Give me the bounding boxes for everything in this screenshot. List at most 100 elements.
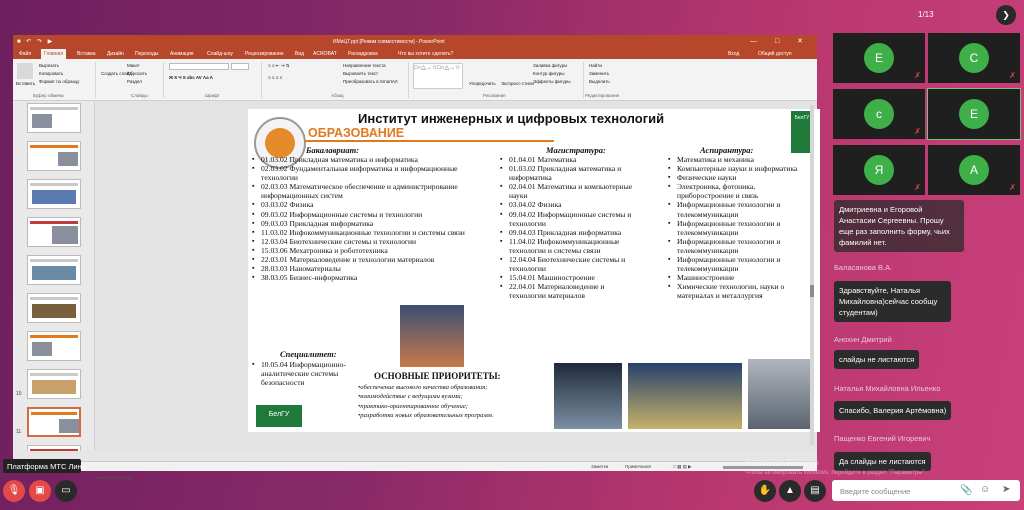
list-buttons[interactable]: ≡ ≡ ⇤ ⇥ ⇅ — [268, 63, 290, 69]
section-button[interactable]: Раздел — [127, 79, 142, 84]
tab-review[interactable]: Рецензирование — [245, 51, 284, 57]
format-painter-button[interactable]: Формат по образцу — [39, 79, 79, 84]
slide-thumbnails[interactable]: 10 11 12 — [13, 101, 95, 451]
quick-styles-button[interactable]: Экспресс-стили — [501, 81, 534, 86]
chat-message: слайды не листаются — [834, 350, 920, 369]
participant-tile[interactable]: E ✗ — [833, 33, 925, 83]
shape-outline-button[interactable]: Контур фигуры — [533, 71, 564, 76]
notes-toggle[interactable]: Заметки — [591, 464, 608, 469]
shape-effects-button[interactable]: Эффекты фигуры — [533, 79, 571, 84]
font-group-label: Шрифт — [205, 93, 220, 98]
mic-off-icon: ✗ — [914, 183, 921, 192]
tab-storyboard[interactable]: Раскадровка — [348, 51, 378, 57]
align-buttons[interactable]: ≡ ≡ ≡ ≡ — [268, 75, 282, 80]
cut-button[interactable]: Вырезать — [39, 63, 59, 68]
slide-thumbnail[interactable] — [27, 255, 81, 285]
reset-button[interactable]: Сбросить — [127, 71, 147, 76]
slide-thumbnail[interactable] — [27, 293, 81, 323]
slide-list-item: Компьютерные науки и информатика — [668, 164, 808, 173]
participant-tile[interactable]: с ✗ — [833, 89, 925, 139]
slide-thumbnail[interactable] — [27, 217, 81, 247]
shared-screen: ■ ↶ ↷ ▶ ИМиЦТ.ppt [Режим совместимости] … — [13, 35, 820, 480]
camera-toggle-button[interactable]: ▣ — [29, 480, 51, 502]
slide-list-item: 03.04.02 Физика — [500, 200, 640, 209]
slide-thumbnail[interactable] — [27, 331, 81, 361]
layout-button[interactable]: Макет — [127, 63, 140, 68]
slide-list-item: 01.04.01 Математика — [500, 155, 640, 164]
ppt-status-bar: Заметки Примечания □ ▦ ▤ ▶ — [13, 461, 817, 471]
align-text-button[interactable]: Выровнять текст — [343, 71, 378, 76]
slide-list-item: Информационные технологии и телекоммуник… — [668, 219, 808, 237]
tab-view[interactable]: Вид — [295, 51, 304, 57]
mic-off-icon: 🎙 — [7, 485, 21, 496]
arrange-button[interactable]: Упорядочить — [469, 81, 496, 86]
chat-author: Наталья Михайловна Ильенко — [834, 384, 941, 393]
shapes-gallery[interactable]: □○△→☆□○△→☆ — [413, 63, 463, 89]
reactions-button[interactable]: ▲ — [779, 480, 801, 502]
font-name-input[interactable] — [169, 63, 229, 70]
tell-me-search[interactable]: Что вы хотите сделать? — [398, 51, 453, 57]
slide-subtitle: ОБРАЗОВАНИЕ — [308, 126, 405, 140]
chat-message-input[interactable]: Введите сообщение 📎 ☺ ➤ — [832, 480, 1020, 501]
smartart-button[interactable]: Преобразовать в SmartArt — [343, 79, 398, 84]
find-button[interactable]: Найти — [589, 63, 602, 68]
comments-toggle[interactable]: Примечания — [625, 464, 651, 469]
tab-animations[interactable]: Анимация — [170, 51, 193, 57]
copy-button[interactable]: Копировать — [39, 71, 63, 76]
select-button[interactable]: Выделить — [589, 79, 610, 84]
tab-insert[interactable]: Вставка — [77, 51, 96, 57]
slide-thumbnail[interactable] — [27, 103, 81, 133]
font-format-buttons[interactable]: Ж К Ч S abc AV Aa A — [169, 75, 213, 80]
text-direction-button[interactable]: Направление текста — [343, 63, 386, 68]
sign-in-link[interactable]: Вход — [728, 51, 739, 57]
participant-tile[interactable]: Я ✗ — [833, 145, 925, 195]
attach-icon[interactable]: 📎 — [960, 485, 972, 496]
shape-fill-button[interactable]: Заливка фигуры — [533, 63, 567, 68]
paste-icon[interactable] — [17, 63, 33, 79]
font-size-input[interactable] — [231, 63, 249, 70]
send-icon[interactable]: ➤ — [1002, 484, 1010, 495]
notes-placeholder[interactable]: Заметки к слайду — [96, 475, 132, 480]
tab-home[interactable]: Главная — [41, 49, 67, 59]
participant-tile-speaking[interactable]: E — [927, 88, 1021, 140]
tab-slideshow[interactable]: Слайд-шоу — [207, 51, 233, 57]
slide-list-item: 22.03.01 Материаловедение и технологии м… — [252, 255, 468, 264]
priority-item: •разработка новых образовательных програ… — [358, 412, 494, 420]
specialist-heading: Специалитет: — [280, 349, 337, 359]
next-page-button[interactable]: ❯ — [996, 5, 1016, 25]
view-buttons[interactable]: □ ▦ ▤ ▶ — [673, 464, 691, 470]
tab-file[interactable]: Файл — [19, 51, 31, 57]
slide-list-item: Химические технологии, науки о материала… — [668, 282, 808, 300]
tab-transitions[interactable]: Переходы — [135, 51, 158, 57]
bottom-logo: БелГУ — [256, 405, 302, 427]
mic-off-icon: ✗ — [1009, 71, 1016, 80]
tab-acrobat[interactable]: ACROBAT — [313, 51, 337, 57]
paste-button[interactable]: Вставить — [16, 81, 35, 86]
emoji-icon[interactable]: ☺ — [980, 484, 990, 495]
participant-tile[interactable]: C ✗ — [928, 33, 1020, 83]
screen-share-button[interactable]: ▭ — [55, 480, 77, 502]
slide-thumbnail[interactable] — [27, 445, 81, 451]
mic-toggle-button[interactable]: 🎙 — [3, 480, 25, 502]
share-button[interactable]: Общий доступ — [758, 51, 792, 57]
slide-list-item: 11.03.02 Инфокоммуникационные технологии… — [252, 228, 468, 237]
replace-button[interactable]: Заменить — [589, 71, 609, 76]
quick-access-icons[interactable]: ■ ↶ ↷ ▶ — [17, 38, 54, 45]
slide-thumbnail[interactable] — [27, 179, 81, 209]
slide-list-item: 02.03.03 Математическое обеспечение и ад… — [252, 182, 468, 200]
raise-hand-button[interactable]: ✋ — [754, 480, 776, 502]
slide-thumbnail-selected[interactable] — [27, 407, 81, 437]
slide-canvas[interactable]: Институт инженерных и цифровых технологи… — [96, 101, 820, 451]
window-controls[interactable]: — □ ✕ — [750, 37, 811, 45]
participant-tile[interactable]: A ✗ — [928, 145, 1020, 195]
computer-photo — [554, 363, 622, 429]
tab-design[interactable]: Дизайн — [107, 51, 124, 57]
hand-icon: ✋ — [758, 485, 772, 496]
equipment-photo — [748, 359, 812, 429]
slide[interactable]: Институт инженерных и цифровых технологи… — [248, 109, 820, 432]
vertical-scrollbar[interactable] — [810, 105, 814, 445]
ppt-tabs: Файл Главная Вставка Дизайн Переходы Ани… — [13, 49, 817, 59]
slide-thumbnail[interactable] — [27, 369, 81, 399]
slide-thumbnail[interactable] — [27, 141, 81, 171]
layout-button[interactable]: ▤ — [804, 480, 826, 502]
